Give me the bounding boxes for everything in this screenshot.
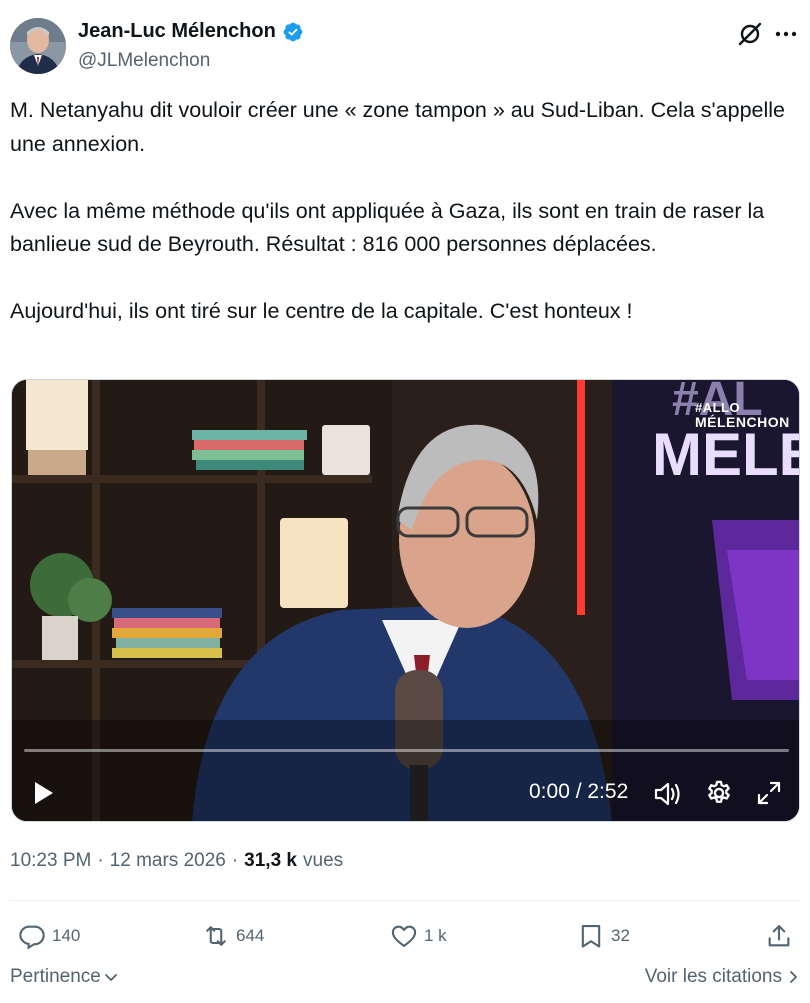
video-frame: MELEN #AL	[12, 380, 800, 821]
views-label: vues	[303, 850, 344, 871]
avatar[interactable]	[10, 18, 66, 74]
tweet-text: M. Netanyahu dit vouloir créer une « zon…	[10, 98, 785, 323]
meta-separator: ·	[231, 850, 239, 871]
watermark-line2: MÉLENCHON	[695, 414, 790, 430]
like-count: 1 k	[424, 926, 447, 945]
tweet-time[interactable]: 10:23 PM	[10, 850, 91, 872]
action-bar: 140 644 1 k 32	[10, 916, 800, 956]
chevron-down-icon	[104, 974, 117, 981]
repost-count: 644	[236, 926, 265, 945]
video-watermark: #ALLO MÉLENCHON	[695, 400, 790, 430]
sort-dropdown[interactable]: Pertinence	[10, 966, 119, 988]
settings-gear-icon[interactable]	[705, 779, 733, 807]
volume-icon[interactable]	[653, 780, 683, 808]
tweet-meta: 10:23 PM · 12 mars 2026 · 31,3 k vues	[10, 850, 343, 872]
like-button[interactable]: 1 k	[390, 916, 447, 956]
tweet-date[interactable]: 12 mars 2026	[110, 850, 226, 872]
repost-button[interactable]: 644	[202, 916, 264, 956]
divider	[10, 900, 800, 901]
fullscreen-icon[interactable]	[756, 780, 782, 806]
sort-label: Pertinence	[10, 966, 101, 987]
view-quotes-link[interactable]: Voir les citations	[645, 966, 800, 988]
video-progress-bar[interactable]	[24, 749, 789, 752]
name-line: Jean-Luc Mélenchon	[78, 20, 304, 43]
watermark-line1: #ALLO	[695, 400, 741, 415]
meta-separator: ·	[97, 850, 104, 871]
grok-icon[interactable]	[736, 20, 764, 48]
bookmark-button[interactable]: 32	[577, 916, 630, 956]
tweet-header: Jean-Luc Mélenchon @JLMelenchon	[10, 16, 800, 76]
replies-footer: Pertinence Voir les citations	[10, 964, 800, 994]
bookmark-count: 32	[611, 926, 630, 945]
views-count: 31,3 k	[244, 850, 297, 871]
author-display-name[interactable]: Jean-Luc Mélenchon	[78, 20, 276, 43]
more-icon[interactable]	[772, 20, 800, 48]
bookmark-icon	[581, 925, 601, 948]
author-handle[interactable]: @JLMelenchon	[78, 50, 210, 72]
svg-text:MELEN: MELEN	[652, 421, 800, 488]
heart-icon	[391, 925, 417, 947]
reply-button[interactable]: 140	[18, 916, 80, 956]
verified-badge-icon	[282, 21, 304, 43]
share-icon	[768, 925, 790, 947]
video-player[interactable]: MELEN #AL #ALLO MÉLENCHON 0:00 / 2:52	[11, 379, 800, 822]
reply-icon	[19, 925, 45, 950]
chevron-right-icon	[790, 971, 797, 983]
share-button[interactable]	[765, 916, 793, 956]
quotes-label: Voir les citations	[644, 966, 782, 987]
repost-icon	[206, 926, 226, 946]
video-time: 0:00 / 2:52	[529, 780, 629, 803]
reply-count: 140	[52, 926, 81, 945]
play-icon[interactable]	[30, 780, 56, 806]
